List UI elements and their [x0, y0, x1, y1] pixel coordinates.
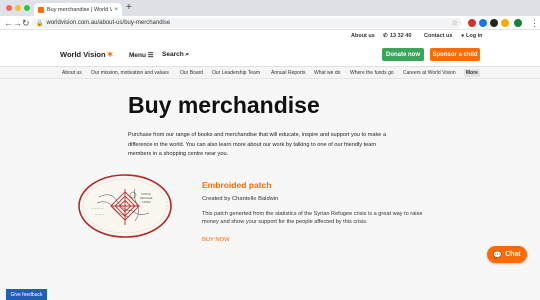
- product-title[interactable]: Embroided patch: [202, 180, 271, 190]
- subnav-item-mission[interactable]: Our mission, motivation and values: [91, 70, 169, 76]
- world-vision-logo[interactable]: World Vision ✶: [60, 50, 113, 59]
- profile-avatar-icon[interactable]: [514, 19, 522, 27]
- intro-paragraph: Purchase from our range of books and mer…: [128, 132, 387, 157]
- chat-label: Chat: [505, 251, 521, 258]
- donate-now-button[interactable]: Donate now: [382, 48, 424, 61]
- login-link[interactable]: Log in: [466, 33, 483, 39]
- chat-button[interactable]: 💬 Chat: [487, 246, 527, 263]
- browser-menu-icon[interactable]: ⋮: [530, 17, 539, 29]
- search-button[interactable]: Search ⌕: [162, 51, 189, 59]
- minimize-window-button[interactable]: [15, 5, 21, 11]
- browser-tab-bar: Buy merchandise | World Vision × +: [0, 0, 540, 16]
- phone-link[interactable]: 13 32 40: [390, 33, 411, 39]
- subnav-item-about-us[interactable]: About us: [62, 70, 82, 76]
- subnav-item-leadership[interactable]: Our Leadership Team: [212, 70, 260, 76]
- tab-close-icon[interactable]: ×: [114, 7, 118, 13]
- logo-text[interactable]: World Vision: [60, 50, 106, 59]
- subnav-item-more[interactable]: More: [464, 69, 480, 77]
- extension-icon-red[interactable]: [468, 19, 476, 27]
- site-header: World Vision ✶ Menu ☰ Search ⌕ Donate no…: [0, 43, 540, 67]
- star-icon[interactable]: ☆: [452, 19, 458, 27]
- menu-label: Menu: [129, 52, 146, 59]
- search-label: Search: [162, 51, 184, 58]
- close-window-button[interactable]: [6, 5, 12, 11]
- buy-now-link[interactable]: BUY NOW: [202, 237, 230, 243]
- hamburger-icon: ☰: [147, 52, 154, 59]
- give-feedback-button[interactable]: Give feedback: [6, 289, 47, 300]
- browser-tab[interactable]: Buy merchandise | World Vision ×: [34, 3, 122, 16]
- subnav-item-annual-reports[interactable]: Annual Reports: [271, 70, 305, 76]
- extension-icon-dark[interactable]: [490, 19, 498, 27]
- about-us-link[interactable]: About us: [351, 33, 375, 39]
- extension-icon-blue[interactable]: [479, 19, 487, 27]
- new-tab-button[interactable]: +: [126, 2, 132, 14]
- subnav-item-board[interactable]: Our Board: [180, 70, 203, 76]
- subnav-item-funds[interactable]: Where the funds go: [350, 70, 394, 76]
- forward-arrow-icon[interactable]: →: [13, 17, 22, 29]
- phone-icon[interactable]: ✆: [383, 33, 388, 39]
- chat-bubble-icon: 💬: [493, 251, 503, 259]
- lock-icon[interactable]: 🔒: [36, 20, 43, 27]
- subnav-item-what-we-do[interactable]: What we do: [314, 70, 340, 76]
- address-bar[interactable]: 🔒 worldvision.com.au/about-us/buy-mercha…: [32, 18, 462, 28]
- subnav-item-careers[interactable]: Careers at World Vision: [403, 70, 456, 76]
- sponsor-child-button[interactable]: Sponsor a child: [430, 48, 480, 61]
- svg-text:— — — —: — — — —: [91, 207, 104, 210]
- reload-icon[interactable]: ↻: [22, 17, 30, 29]
- contact-us-link[interactable]: Contact us: [424, 33, 452, 39]
- page-title: Buy merchandise: [128, 92, 320, 118]
- user-icon[interactable]: ●: [461, 33, 464, 39]
- back-arrow-icon[interactable]: ←: [4, 17, 13, 29]
- section-subnav: About us Our mission, motivation and val…: [0, 67, 540, 79]
- svg-text:— — —: — — —: [95, 213, 105, 216]
- world-vision-favicon-icon: [38, 6, 44, 13]
- maximize-window-button[interactable]: [24, 5, 30, 11]
- tab-title: Buy merchandise | World Vision: [47, 6, 113, 13]
- embroidered-patch-image[interactable]: SYRIAN REFUGEE CRISIS — — — — — — —: [77, 173, 173, 239]
- svg-text:SYRIAN: SYRIAN: [141, 192, 151, 196]
- product-author: Created by Chantelle Baldwin: [202, 196, 279, 202]
- browser-toolbar: ← → ↻ 🔒 worldvision.com.au/about-us/buy-…: [0, 16, 540, 30]
- menu-button[interactable]: Menu ☰: [129, 51, 154, 59]
- svg-text:CRISIS: CRISIS: [142, 200, 151, 204]
- extensions-puzzle-icon[interactable]: [501, 19, 509, 27]
- search-icon: ⌕: [185, 51, 190, 58]
- main-content: Buy merchandise Purchase from our range …: [0, 79, 540, 300]
- utility-bar: About us ✆ 13 32 40 Contact us ● Log in: [0, 30, 540, 43]
- logo-star-icon: ✶: [106, 50, 114, 59]
- product-description: This patch generted from the statistics …: [202, 211, 423, 226]
- url-text[interactable]: worldvision.com.au/about-us/buy-merchand…: [46, 20, 451, 26]
- svg-text:REFUGEE: REFUGEE: [140, 196, 153, 200]
